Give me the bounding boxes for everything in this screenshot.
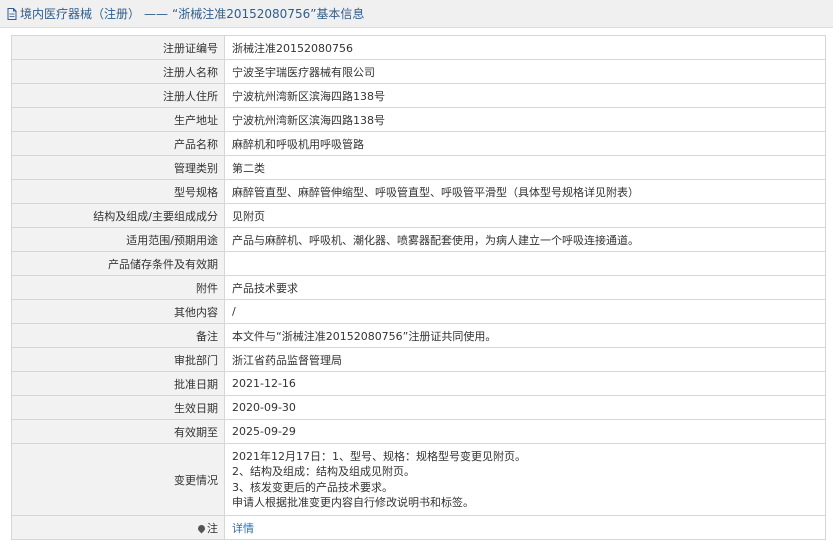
- row-value: 2020-09-30: [224, 395, 826, 420]
- table-row: 型号规格 麻醉管直型、麻醉管伸缩型、呼吸管直型、呼吸管平滑型（具体型号规格详见附表…: [11, 179, 826, 204]
- change-line: 2021年12月17日：1、型号、规格：规格型号变更见附页。: [232, 449, 526, 463]
- table-row: 有效期至 2025-09-29: [11, 419, 826, 444]
- row-value: /: [224, 299, 826, 324]
- table-row: 注册人住所 宁波杭州湾新区滨海四路138号: [11, 83, 826, 108]
- row-label: 适用范围/预期用途: [11, 227, 225, 252]
- table-row: 产品储存条件及有效期: [11, 251, 826, 276]
- table-row: 管理类别 第二类: [11, 155, 826, 180]
- row-value-note: 详情: [224, 515, 826, 540]
- row-value: 见附页: [224, 203, 826, 228]
- row-label: 产品名称: [11, 131, 225, 156]
- table-row: 产品名称 麻醉机和呼吸机用呼吸管路: [11, 131, 826, 156]
- row-value: 浙械注准20152080756: [224, 35, 826, 60]
- details-link[interactable]: 详情: [232, 522, 254, 535]
- row-label: 附件: [11, 275, 225, 300]
- table-row: 生效日期 2020-09-30: [11, 395, 826, 420]
- breadcrumb-crumb[interactable]: 境内医疗器械（注册）: [20, 5, 140, 22]
- document-icon: [7, 7, 17, 20]
- row-label: 备注: [11, 323, 225, 348]
- row-label: 注册证编号: [11, 35, 225, 60]
- table-row: 生产地址 宁波杭州湾新区滨海四路138号: [11, 107, 826, 132]
- row-label-note: 注: [11, 515, 225, 540]
- row-value: 产品与麻醉机、呼吸机、潮化器、喷雾器配套使用，为病人建立一个呼吸连接通道。: [224, 227, 826, 252]
- row-value: 第二类: [224, 155, 826, 180]
- row-value: 2021-12-16: [224, 371, 826, 396]
- row-label: 注册人住所: [11, 83, 225, 108]
- row-label: 批准日期: [11, 371, 225, 396]
- page-header: 境内医疗器械（注册） —— “浙械注准20152080756”基本信息: [0, 0, 833, 28]
- page-title: “浙械注准20152080756”基本信息: [172, 7, 365, 21]
- table-row: 注册人名称 宁波圣宇瑞医疗器械有限公司: [11, 59, 826, 84]
- row-label: 其他内容: [11, 299, 225, 324]
- row-value: 本文件与“浙械注准20152080756”注册证共同使用。: [224, 323, 826, 348]
- row-label-change: 变更情况: [11, 443, 225, 516]
- row-label: 生产地址: [11, 107, 225, 132]
- row-label: 型号规格: [11, 179, 225, 204]
- row-label: 有效期至: [11, 419, 225, 444]
- table-row: 结构及组成/主要组成成分 见附页: [11, 203, 826, 228]
- change-line: 3、核发变更后的产品技术要求。: [232, 480, 393, 494]
- table-row-note: 注 详情: [11, 515, 826, 540]
- row-value: 2025-09-29: [224, 419, 826, 444]
- row-value: 宁波圣宇瑞医疗器械有限公司: [224, 59, 826, 84]
- row-value: [224, 251, 826, 276]
- row-value: 宁波杭州湾新区滨海四路138号: [224, 107, 826, 132]
- table-row: 其他内容 /: [11, 299, 826, 324]
- table-row: 附件 产品技术要求: [11, 275, 826, 300]
- row-label: 注册人名称: [11, 59, 225, 84]
- row-label: 结构及组成/主要组成成分: [11, 203, 225, 228]
- table-row: 批准日期 2021-12-16: [11, 371, 826, 396]
- table-row-change: 变更情况 2021年12月17日：1、型号、规格：规格型号变更见附页。 2、结构…: [11, 443, 826, 516]
- breadcrumb-separator: ——: [144, 6, 169, 21]
- row-value: 麻醉管直型、麻醉管伸缩型、呼吸管直型、呼吸管平滑型（具体型号规格详见附表）: [224, 179, 826, 204]
- table-row: 备注 本文件与“浙械注准20152080756”注册证共同使用。: [11, 323, 826, 348]
- map-pin-icon: [196, 523, 207, 534]
- row-label: 管理类别: [11, 155, 225, 180]
- row-value: 麻醉机和呼吸机用呼吸管路: [224, 131, 826, 156]
- table-row: 注册证编号 浙械注准20152080756: [11, 35, 826, 60]
- info-table: 注册证编号 浙械注准20152080756 注册人名称 宁波圣宇瑞医疗器械有限公司 注册…: [11, 35, 826, 540]
- table-row: 适用范围/预期用途 产品与麻醉机、呼吸机、潮化器、喷雾器配套使用，为病人建立一个呼…: [11, 227, 826, 252]
- row-label: 生效日期: [11, 395, 225, 420]
- row-value: 浙江省药品监督管理局: [224, 347, 826, 372]
- row-value: 宁波杭州湾新区滨海四路138号: [224, 83, 826, 108]
- row-value: 产品技术要求: [224, 275, 826, 300]
- row-label: 审批部门: [11, 347, 225, 372]
- change-history: 2021年12月17日：1、型号、规格：规格型号变更见附页。 2、结构及组成：结…: [224, 443, 826, 516]
- change-line: 申请人根据批准变更内容自行修改说明书和标签。: [232, 496, 474, 509]
- change-line: 2、结构及组成：结构及组成见附页。: [232, 465, 415, 478]
- row-label: 产品储存条件及有效期: [11, 251, 225, 276]
- table-row: 审批部门 浙江省药品监督管理局: [11, 347, 826, 372]
